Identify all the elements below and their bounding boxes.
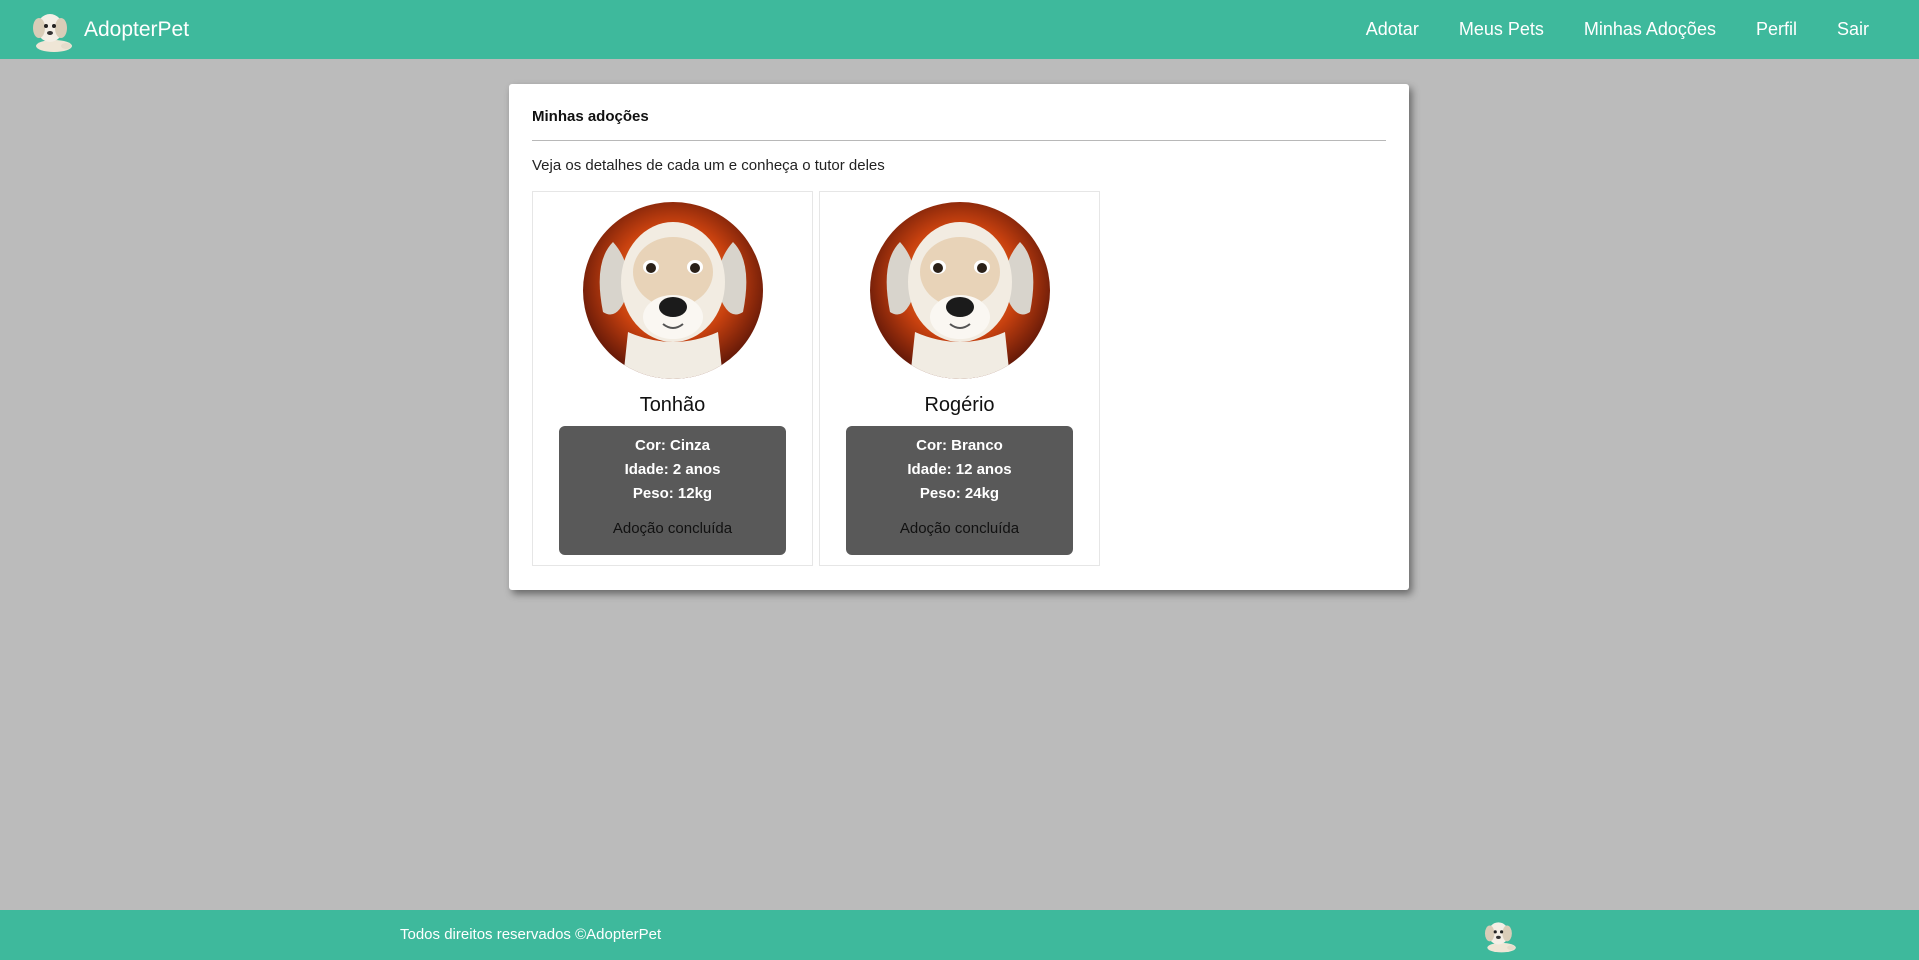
pet-name: Rogério (924, 394, 995, 416)
pet-age: Idade: 2 anos (624, 461, 721, 478)
adoption-status: Adoção concluída (612, 520, 733, 537)
divider (532, 140, 1386, 141)
pet-color: Cor: Cinza (635, 437, 710, 454)
pet-photo (583, 202, 763, 379)
adoptions-card: Minhas adoções Veja os detalhes de cada … (509, 84, 1409, 590)
pet-card[interactable]: Rogério Cor: Branco Idade: 12 anos Peso:… (819, 191, 1100, 566)
pet-weight: Peso: 12kg (632, 485, 713, 502)
navbar: AdopterPet Adotar Meus Pets Minhas Adoçõ… (0, 0, 1919, 59)
pet-photo (870, 202, 1050, 379)
pets-grid: Tonhão Cor: Cinza Idade: 2 anos Peso: 12… (532, 191, 1100, 566)
pet-card[interactable]: Tonhão Cor: Cinza Idade: 2 anos Peso: 12… (532, 191, 813, 566)
dog-logo-icon (28, 6, 76, 54)
page-subtitle: Veja os detalhes de cada um e conheça o … (532, 157, 885, 174)
footer-text: Todos direitos reservados ©AdopterPet (400, 926, 662, 943)
pet-age: Idade: 12 anos (907, 461, 1012, 478)
pet-color: Cor: Branco (916, 437, 1003, 454)
pet-weight: Peso: 24kg (919, 485, 1000, 502)
pet-info-box: Cor: Cinza Idade: 2 anos Peso: 12kg Adoç… (559, 426, 786, 555)
nav-links: Adotar Meus Pets Minhas Adoções Perfil S… (1366, 0, 1869, 59)
nav-link-minhas-adocoes[interactable]: Minhas Adoções (1584, 19, 1716, 40)
page-title: Minhas adoções (532, 108, 649, 125)
dog-logo-icon (1480, 916, 1520, 954)
pet-info-box: Cor: Branco Idade: 12 anos Peso: 24kg Ad… (846, 426, 1073, 555)
nav-link-meus-pets[interactable]: Meus Pets (1459, 19, 1544, 40)
dog-photo (583, 202, 763, 379)
nav-link-sair[interactable]: Sair (1837, 19, 1869, 40)
nav-link-adotar[interactable]: Adotar (1366, 19, 1419, 40)
footer: Todos direitos reservados ©AdopterPet (0, 910, 1919, 960)
pet-name: Tonhão (639, 394, 706, 416)
brand-link[interactable]: AdopterPet (28, 6, 189, 54)
brand-name: AdopterPet (84, 18, 190, 41)
nav-link-perfil[interactable]: Perfil (1756, 19, 1797, 40)
dog-photo (870, 202, 1050, 379)
adoption-status: Adoção concluída (899, 520, 1020, 537)
